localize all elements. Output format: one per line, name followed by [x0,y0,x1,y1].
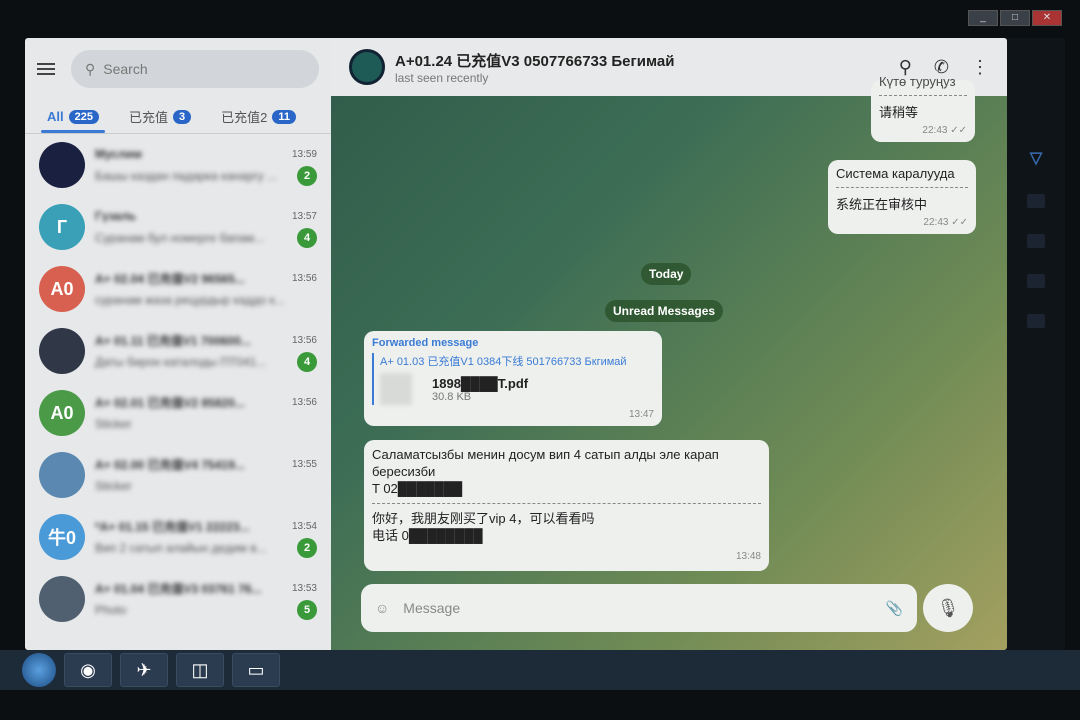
chat-name: *A+ 01.15 已充值V1 22223... [95,519,250,534]
telegram-window: ⚲ Search All 225 已充值 3 已充值2 11 Муслим 13:59 Б… [25,38,1007,650]
avatar [39,452,85,498]
avatar: A0 [39,390,85,436]
chat-time: 13:59 [291,148,317,160]
chat-list-item[interactable]: A0 A+ 02.04 已充值V2 96565... 13:56 суранам … [25,258,331,320]
tool-icon[interactable] [1027,314,1045,328]
file-name[interactable]: 1898████T.pdf [432,376,528,391]
chat-preview: Даты бирон каталоды ПТ041... [95,355,267,369]
more-icon[interactable]: ⋮ [971,57,989,78]
chat-time: 13:56 [291,272,317,284]
tab-charged-2[interactable]: 已充值2 11 [221,100,296,133]
maximize-button[interactable]: □ [1000,10,1030,26]
date-separator: Today [641,263,692,285]
chat-preview: Суранам бул номерге бапам... [95,231,265,245]
unread-separator: Unread Messages [605,300,724,322]
message-outgoing: Күтө туруңуз 请稍等 22:43 ✓✓ [871,74,975,142]
window-icon[interactable]: ▭ [232,653,280,687]
chat-status: last seen recently [395,70,489,85]
double-check-icon: ✓✓ [951,217,968,228]
tool-icon[interactable] [1027,234,1045,248]
chat-list-item[interactable]: 牛0 *A+ 01.15 已充值V1 22223... 13:54 Вип 2 с… [25,506,331,568]
chrome-icon[interactable]: ◉ [64,653,112,687]
telegram-icon[interactable]: ✈ [120,653,168,687]
chat-name: Муслим [95,147,142,161]
avatar[interactable] [349,49,385,85]
close-button[interactable]: ✕ [1032,10,1062,26]
avatar: A0 [39,266,85,312]
double-check-icon: ✓✓ [950,125,967,136]
chat-list-item[interactable]: A+ 01.11 已充值V1 700600... 13:56 Даты бирон… [25,320,331,382]
avatar: Г [39,204,85,250]
chat-name: A+ 02.01 已充值V2 85820... [95,395,245,410]
tool-icon[interactable] [1027,194,1045,208]
chat-preview: Sticker [95,417,132,431]
unread-badge: 5 [297,600,317,620]
sidebar: ⚲ Search All 225 已充值 3 已充值2 11 Муслим 13:59 Б… [25,38,331,650]
microphone-icon: 🎙 [936,597,960,618]
chat-list[interactable]: Муслим 13:59 Башы каздан падарка канаргу … [25,134,331,650]
avatar: 牛0 [39,514,85,560]
tab-all[interactable]: All 225 [41,100,105,133]
chat-list-item[interactable]: Муслим 13:59 Башы каздан падарка канаргу … [25,134,331,196]
send-icon[interactable]: ▽ [1030,148,1042,168]
search-input[interactable]: ⚲ Search [71,50,319,88]
chat-list-item[interactable]: Г Гүзаль 13:57 Суранам бул номерге бапам.… [25,196,331,258]
chat-preview: Башы каздан падарка канаргу ... [95,169,277,183]
unread-badge: 2 [297,166,317,186]
chat-list-item[interactable]: A0 A+ 02.01 已充值V2 85820... 13:56 Sticker [25,382,331,444]
file-icon[interactable] [380,373,412,405]
side-toolbar: ▽ [1007,38,1065,650]
tab-charged[interactable]: 已充值 3 [129,100,192,133]
unread-badge: 2 [297,538,317,558]
chat-time: 13:57 [291,210,317,222]
avatar [39,576,85,622]
chat-list-item[interactable]: A+ 01.04 已充值V3 03761 76... 13:53 Photo 5 [25,568,331,630]
chat-preview: Вип 2 сатып алайын дедим в... [95,541,267,555]
message-incoming: Саламатсызбы менин досум вип 4 сатып алд… [364,440,769,571]
chat-time: 13:56 [291,334,317,346]
unread-badge: 4 [297,228,317,248]
emoji-icon[interactable]: ☺ [375,600,389,616]
chat-list-item[interactable]: A+ 02.00 已充值V4 75419... 13:55 Sticker [25,444,331,506]
unread-badge: 4 [297,352,317,372]
menu-icon[interactable] [37,63,55,75]
chat-time: 13:55 [291,458,317,470]
taskbar: ◉ ✈ ◫ ▭ [0,650,1080,690]
folder-tabs: All 225 已充值 3 已充值2 11 [25,100,331,134]
avatar [39,328,85,374]
forwarded-message: Forwarded message A+ 01.03 已充值V1 0384下线 … [364,331,662,426]
app-icon[interactable]: ◫ [176,653,224,687]
chat-time: 13:56 [291,396,317,408]
start-button[interactable] [22,653,56,687]
chat-name: A+ 01.04 已充值V3 03761 76... [95,581,262,596]
search-icon: ⚲ [85,60,96,77]
chat-time: 13:53 [291,582,317,594]
chat-preview: Sticker [95,479,132,493]
tool-icon[interactable] [1027,274,1045,288]
chat-preview: Photo [95,603,127,617]
window-controls: _ □ ✕ [968,10,1062,26]
avatar [39,142,85,188]
chat-name: A+ 01.11 已充值V1 700600... [95,333,251,348]
chat-pane: A+01.24 已充值V3 0507766733 Бегимай last see… [331,38,1007,650]
attach-icon[interactable]: 📎 [886,600,903,617]
chat-title[interactable]: A+01.24 已充值V3 0507766733 Бегимай [395,50,674,71]
chat-time: 13:54 [291,520,317,532]
chat-name: Гүзаль [95,209,136,223]
microphone-button[interactable]: 🎙 [923,584,973,632]
message-outgoing: Система каралууда 系统正在审核中 22:43 ✓✓ [828,160,976,234]
message-input[interactable]: ☺ Message 📎 [361,584,917,632]
chat-name: A+ 02.00 已充值V4 75419... [95,457,245,472]
chat-name: A+ 02.04 已充值V2 96565... [95,271,245,286]
minimize-button[interactable]: _ [968,10,998,26]
chat-preview: суранам жаза рeцурдыр каддо к... [95,293,285,307]
